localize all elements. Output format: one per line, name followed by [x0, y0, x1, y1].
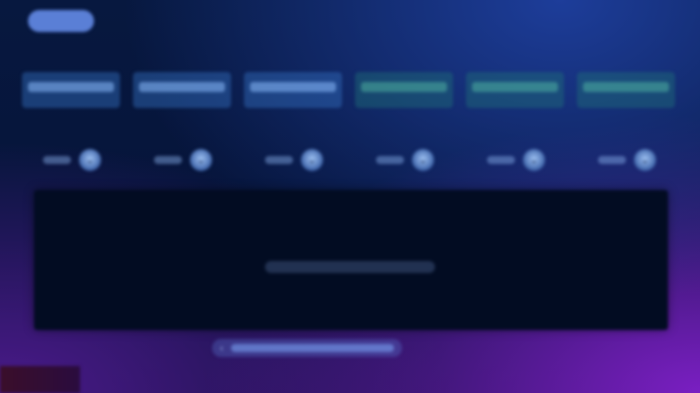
tab-3[interactable]	[244, 72, 342, 108]
chevron-icon[interactable]: ⌄	[523, 149, 545, 171]
chevron-icon[interactable]: ⌄	[190, 149, 212, 171]
chevron-icon[interactable]: ⌄	[79, 149, 101, 171]
stepper-1[interactable]: ⌄	[37, 144, 107, 176]
chevron-icon[interactable]: ⌄	[634, 149, 656, 171]
tab-label	[361, 82, 447, 92]
tab-label	[139, 82, 225, 92]
arrow-left-icon[interactable]: ‹	[220, 343, 223, 354]
chevron-icon[interactable]: ⌄	[301, 149, 323, 171]
chevron-icon[interactable]: ⌄	[412, 149, 434, 171]
stepper-value	[265, 156, 293, 164]
tab-label	[28, 82, 114, 92]
corner-decoration	[0, 366, 80, 393]
bottom-bar-label	[231, 344, 394, 352]
stepper-value	[487, 156, 515, 164]
stepper-row: ⌄ ⌄ ⌄ ⌄ ⌄ ⌄	[22, 140, 678, 180]
header-pill-button[interactable]	[28, 10, 94, 32]
stepper-4[interactable]: ⌄	[370, 144, 440, 176]
stepper-5[interactable]: ⌄	[481, 144, 551, 176]
tab-label	[472, 82, 558, 92]
tab-6[interactable]	[577, 72, 675, 108]
tab-2[interactable]	[133, 72, 231, 108]
bottom-action-bar[interactable]: ‹	[212, 339, 402, 357]
stepper-2[interactable]: ⌄	[148, 144, 218, 176]
tab-1[interactable]	[22, 72, 120, 108]
stepper-value	[43, 156, 71, 164]
stepper-value	[376, 156, 404, 164]
stepper-3[interactable]: ⌄	[259, 144, 329, 176]
stepper-value	[598, 156, 626, 164]
tab-label	[250, 82, 336, 92]
tab-4[interactable]	[355, 72, 453, 108]
tab-5[interactable]	[466, 72, 564, 108]
tab-row	[22, 72, 678, 116]
panel-message	[265, 261, 435, 273]
tab-label	[583, 82, 669, 92]
content-panel	[34, 190, 668, 330]
stepper-6[interactable]: ⌄	[592, 144, 662, 176]
stepper-value	[154, 156, 182, 164]
